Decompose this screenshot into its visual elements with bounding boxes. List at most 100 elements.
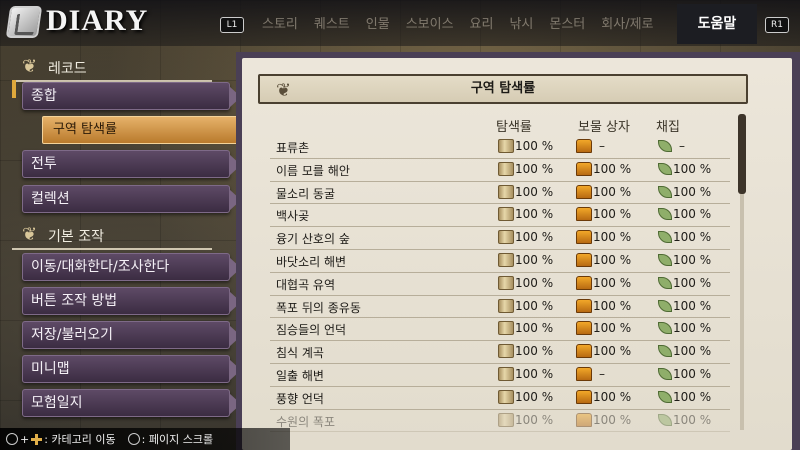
sidebar-item-label: 구역 탐색률 <box>53 122 117 137</box>
explore-value: 100 % <box>515 366 554 381</box>
col-header-chest: 보물 상자 <box>578 120 630 135</box>
chest-value: – <box>599 139 605 153</box>
herb-leaf-icon <box>658 390 672 403</box>
sidebar-item-buttons[interactable]: 버튼 조작 방법 <box>22 287 241 315</box>
treasure-chest-icon <box>576 252 592 267</box>
gather-value: 100 % <box>673 184 712 199</box>
gather-value: 100 % <box>673 207 712 222</box>
gather-value: 100 % <box>673 344 712 359</box>
explore-value: 100 % <box>515 230 554 245</box>
exploration-table: 표류촌 100 % – – 이름 모를 해안 100 % 100 % 100 %… <box>270 136 730 433</box>
chest-value: 100 % <box>593 321 632 336</box>
treasure-chest-icon <box>576 389 592 404</box>
dragon-emblem-icon: ❦ <box>22 56 38 77</box>
herb-leaf-icon <box>658 253 672 266</box>
top-header: DIARY L1 스토리 퀘스트 인물 스보이스 요리 낚시 몬스터 회사/제로… <box>0 0 800 46</box>
scroll-icon <box>498 184 514 199</box>
area-name: 바닷소리 해변 <box>276 254 347 269</box>
tab-quest[interactable]: 퀘스트 <box>306 10 358 40</box>
r1-button-icon[interactable]: R1 <box>765 17 789 33</box>
area-name: 폭포 뒤의 종유동 <box>276 300 361 315</box>
chest-value: 100 % <box>593 184 632 199</box>
herb-leaf-icon <box>658 231 672 244</box>
scroll-icon <box>498 298 514 313</box>
herb-leaf-icon <box>658 185 672 198</box>
tab-help[interactable]: 도움말 <box>677 4 757 44</box>
herb-leaf-icon <box>658 322 672 335</box>
scroll-icon <box>498 207 514 222</box>
panel-title-text: 구역 탐색률 <box>470 81 536 96</box>
sidebar-item-journal[interactable]: 모험일지 <box>22 389 241 417</box>
table-row: 침식 계곡 100 % 100 % 100 % <box>270 341 730 364</box>
gather-value: 100 % <box>673 161 712 176</box>
herb-leaf-icon <box>658 367 672 380</box>
explore-value: 100 % <box>515 298 554 313</box>
scroll-icon <box>498 389 514 404</box>
l1-button-icon[interactable]: L1 <box>220 17 244 33</box>
sidebar-item-label: 버튼 조작 방법 <box>31 293 118 309</box>
control-hints: + : 카테고리 이동 : 페이지 스크롤 <box>0 428 290 450</box>
sidebar-item-overall[interactable]: 종합 <box>22 82 241 110</box>
herb-leaf-icon <box>658 208 672 221</box>
tab-fishing[interactable]: 낚시 <box>501 10 541 40</box>
explore-value: 100 % <box>515 252 554 267</box>
area-name: 표류촌 <box>276 141 310 155</box>
treasure-chest-icon <box>576 412 592 427</box>
scrollbar-thumb[interactable] <box>738 114 746 194</box>
explore-value: 100 % <box>515 184 554 199</box>
sidebar-item-label: 모험일지 <box>31 395 83 411</box>
dragon-emblem-icon: ❦ <box>22 224 38 245</box>
tab-other[interactable]: 회사/제로 <box>593 10 661 40</box>
tab-people[interactable]: 인물 <box>358 10 398 40</box>
explore-value: 100 % <box>515 139 554 153</box>
area-name: 물소리 동굴 <box>276 186 336 201</box>
panel-title: ❦ 구역 탐색률 <box>258 74 748 104</box>
tab-story[interactable]: 스토리 <box>254 10 306 40</box>
tab-cooking[interactable]: 요리 <box>462 10 502 40</box>
table-row: 융기 산호의 숲 100 % 100 % 100 % <box>270 227 730 250</box>
herb-leaf-icon <box>658 140 672 152</box>
herb-leaf-icon <box>658 162 672 175</box>
area-name: 수원의 폭포 <box>276 414 336 429</box>
chest-value: 100 % <box>593 161 632 176</box>
tab-voice[interactable]: 스보이스 <box>398 10 462 40</box>
scroll-icon <box>498 252 514 267</box>
area-name: 짐승들의 언덕 <box>276 323 347 338</box>
table-row: 표류촌 100 % – – <box>270 136 730 159</box>
col-header-gather: 채집 <box>656 120 680 135</box>
explore-value: 100 % <box>515 321 554 336</box>
tab-monster[interactable]: 몬스터 <box>541 10 593 40</box>
gather-value: 100 % <box>673 230 712 245</box>
sidebar-item-move[interactable]: 이동/대화한다/조사한다 <box>22 253 241 281</box>
gather-value: 100 % <box>673 366 712 381</box>
herb-leaf-icon <box>658 299 672 312</box>
dpad-icon <box>31 433 43 445</box>
table-row: 짐승들의 언덕 100 % 100 % 100 % <box>270 318 730 342</box>
scroll-icon <box>498 161 514 176</box>
table-row: 바닷소리 해변 100 % 100 % 100 % <box>270 250 730 273</box>
triangle-button-icon <box>6 433 18 445</box>
explore-value: 100 % <box>515 207 554 222</box>
treasure-chest-icon <box>576 139 592 153</box>
treasure-chest-icon <box>576 184 592 199</box>
table-row: 물소리 동굴 100 % 100 % 100 % <box>270 182 730 205</box>
tab-list: 스토리 퀘스트 인물 스보이스 요리 낚시 몬스터 회사/제로 도움말 <box>254 4 757 44</box>
scroll-icon <box>498 230 514 245</box>
area-name: 일출 해변 <box>276 368 324 383</box>
selection-marker <box>12 80 16 98</box>
area-name: 침식 계곡 <box>276 346 324 361</box>
sidebar-subitem-exploration[interactable]: 구역 탐색률 <box>42 116 251 144</box>
col-header-explore: 탐색률 <box>496 120 532 135</box>
section-label-record: 레코드 <box>48 61 87 77</box>
gather-value: – <box>679 139 685 153</box>
explore-value: 100 % <box>515 275 554 290</box>
sidebar-item-label: 이동/대화한다/조사한다 <box>31 259 170 275</box>
sidebar-item-minimap[interactable]: 미니맵 <box>22 355 241 383</box>
sidebar-item-label: 컬렉션 <box>31 191 70 207</box>
herb-leaf-icon <box>658 276 672 289</box>
sidebar-item-battle[interactable]: 전투 <box>22 150 241 178</box>
gather-value: 100 % <box>673 298 712 313</box>
treasure-chest-icon <box>576 344 592 359</box>
sidebar-item-save[interactable]: 저장/불러오기 <box>22 321 241 349</box>
sidebar-item-collection[interactable]: 컬렉션 <box>22 185 241 213</box>
